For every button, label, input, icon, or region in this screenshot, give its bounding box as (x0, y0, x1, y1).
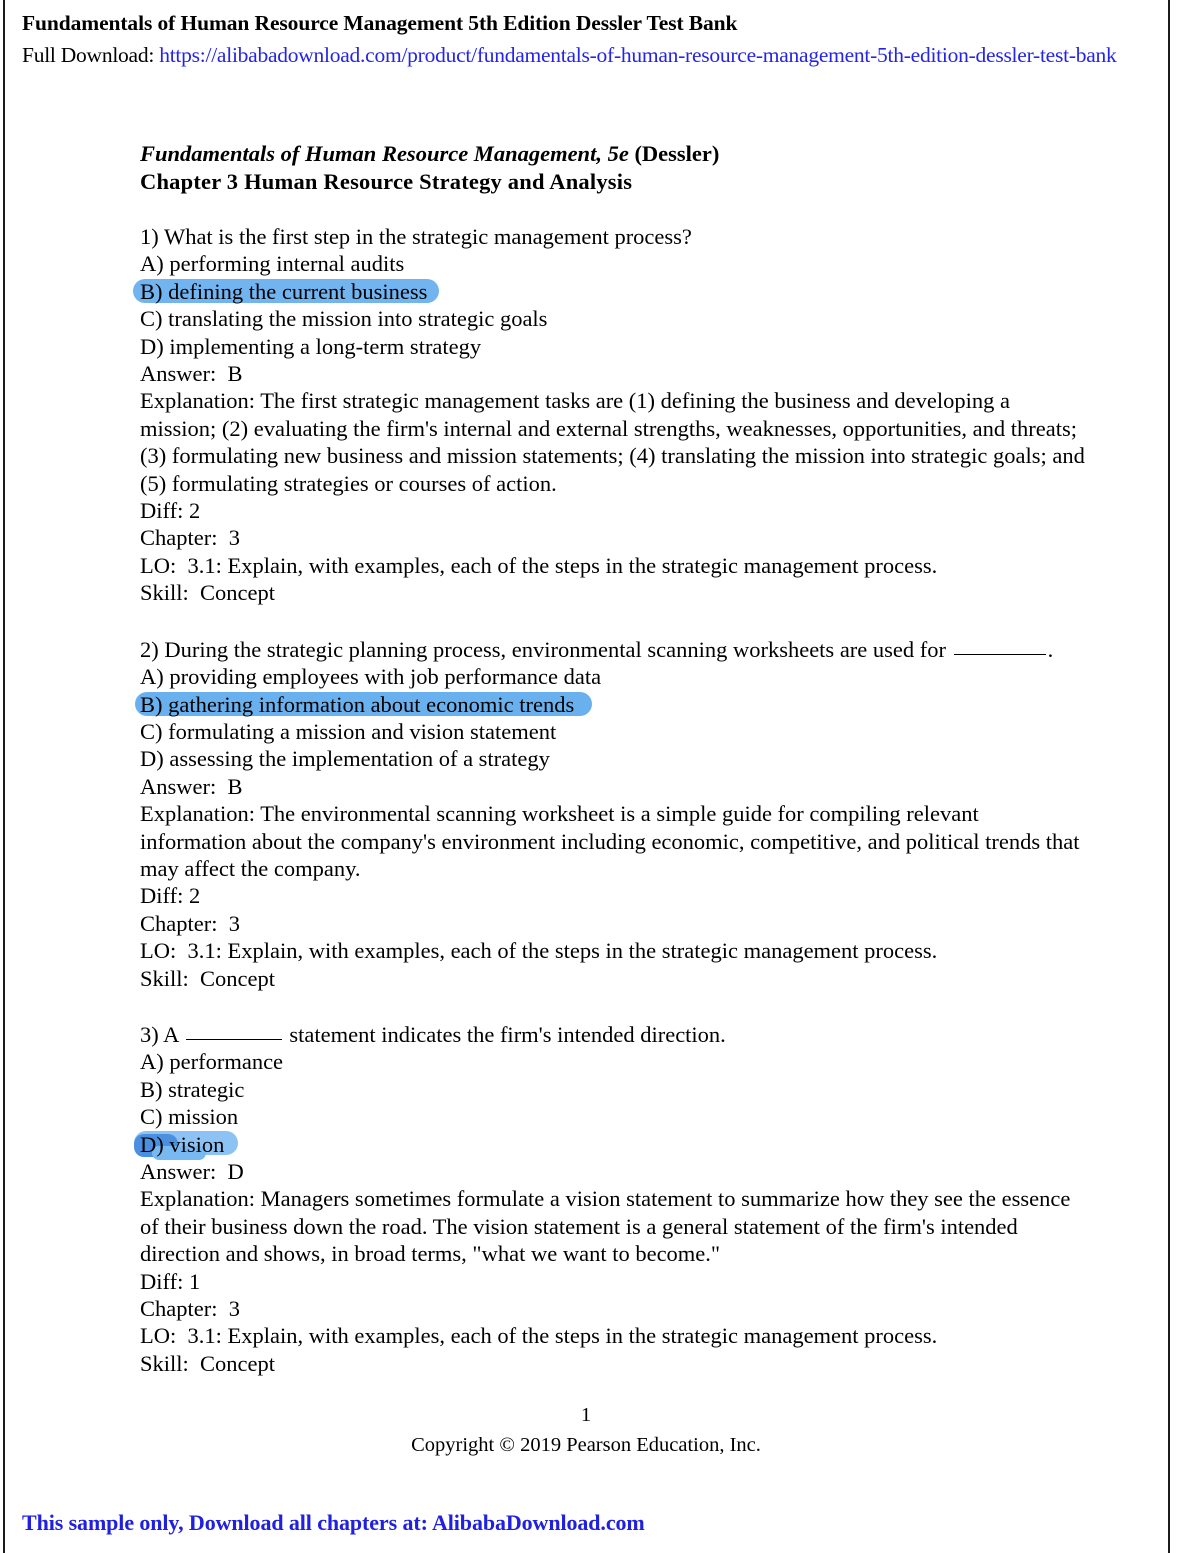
lo-line: LO: 3.1: Explain, with examples, each of… (140, 1323, 938, 1349)
option-a-label: A) providing employees with job performa… (140, 664, 602, 690)
explanation-text: Explanation: The first strategic managem… (140, 388, 1085, 496)
diff-line: Diff: 2 (140, 883, 201, 909)
option-b-label: B) gathering information about economic … (140, 691, 575, 717)
answer-line: Answer: B (140, 361, 243, 387)
option-a[interactable]: A) performance (140, 1048, 1085, 1075)
fill-in-blank (185, 1038, 282, 1040)
option-a-label: A) performance (140, 1049, 284, 1075)
book-title-italic: Fundamentals of Human Resource Managemen… (140, 141, 635, 166)
book-title: Fundamentals of Human Resource Managemen… (140, 140, 1085, 168)
question-stem-tail: . (1047, 636, 1054, 662)
option-d-label: D) vision (140, 1131, 225, 1157)
option-d[interactable]: D) implementing a long-term strategy (140, 333, 1085, 360)
option-b[interactable]: B) defining the current business (133, 278, 1085, 305)
option-b-label: B) strategic (140, 1076, 245, 1102)
book-title-author: (Dessler) (634, 141, 720, 166)
chapter-line: Chapter: 3 (140, 910, 240, 936)
highlight-option-b: B) gathering information about economic … (135, 691, 593, 718)
page-footer: 1 Copyright © 2019 Pearson Education, In… (0, 1400, 1172, 1460)
chapter-heading: Chapter 3 Human Resource Strategy and An… (140, 169, 633, 194)
skill-line: Skill: Concept (140, 965, 275, 991)
question-stem: 1) What is the first step in the strateg… (140, 224, 692, 249)
diff-line: Diff: 1 (140, 1268, 201, 1294)
fill-in-blank (953, 653, 1046, 655)
option-b-label: B) defining the current business (140, 278, 428, 304)
option-b[interactable]: B) strategic (140, 1076, 1085, 1103)
explanation-text: Explanation: The environmental scanning … (140, 801, 1080, 881)
chapter-line: Chapter: 3 (140, 1296, 240, 1322)
chapter-line: Chapter: 3 (140, 525, 240, 551)
question-block-2: 2) During the strategic planning process… (135, 636, 1085, 992)
banner-download-link[interactable]: https://alibabadownload.com/product/fund… (159, 43, 1117, 67)
question-stem: 3) A statement indicates the firm's inte… (140, 1021, 1085, 1048)
option-d[interactable]: D) vision (134, 1130, 1085, 1160)
skill-line: Skill: Concept (140, 580, 275, 606)
option-b[interactable]: B) gathering information about economic … (135, 691, 1085, 718)
question-stem-text: 2) During the strategic planning process… (140, 636, 947, 662)
highlight-option-b: B) defining the current business (133, 278, 440, 305)
question-block-1: 1) What is the first step in the strateg… (133, 223, 1085, 607)
option-c-label: C) formulating a mission and vision stat… (140, 718, 557, 744)
question-stem: 2) During the strategic planning process… (140, 636, 1085, 663)
answer-line: Answer: D (140, 1159, 244, 1184)
copyright-notice: Copyright © 2019 Pearson Education, Inc. (411, 1434, 761, 1456)
question-stem-text: 3) A (140, 1021, 184, 1047)
highlight-option-d: D) vision (134, 1130, 239, 1160)
banner-title: Fundamentals of Human Resource Managemen… (22, 11, 738, 35)
option-d-label: D) assessing the implementation of a str… (140, 746, 550, 772)
promo-footer-link[interactable]: This sample only, Download all chapters … (22, 1510, 645, 1536)
option-c[interactable]: C) mission (140, 1103, 1085, 1130)
banner-download-line: Full Download: https://alibabadownload.c… (22, 38, 1200, 72)
option-c[interactable]: C) translating the mission into strategi… (140, 305, 1085, 332)
option-c-label: C) mission (140, 1104, 239, 1130)
lo-line: LO: 3.1: Explain, with examples, each of… (140, 552, 938, 578)
option-d[interactable]: D) assessing the implementation of a str… (140, 745, 1085, 772)
right-margin-rule (1168, 0, 1170, 1553)
banner-download-label: Full Download: (22, 43, 160, 67)
skill-line: Skill: Concept (140, 1350, 275, 1376)
lo-line: LO: 3.1: Explain, with examples, each of… (140, 938, 938, 964)
download-banner: Fundamentals of Human Resource Managemen… (22, 8, 1200, 72)
option-d-label: D) implementing a long-term strategy (140, 333, 482, 359)
question-stem-tail: statement indicates the firm's intended … (283, 1021, 726, 1047)
option-a[interactable]: A) providing employees with job performa… (140, 663, 1085, 690)
page-number: 1 (580, 1404, 592, 1426)
option-a-label: A) performing internal audits (140, 251, 405, 277)
question-block-3: 3) A statement indicates the firm's inte… (134, 1021, 1085, 1377)
left-margin-rule (3, 0, 5, 1553)
diff-line: Diff: 2 (140, 498, 201, 524)
option-c[interactable]: C) formulating a mission and vision stat… (140, 718, 1085, 745)
option-c-label: C) translating the mission into strategi… (140, 306, 548, 332)
document-page: Fundamentals of Human Resource Managemen… (0, 0, 1200, 1553)
explanation-text: Explanation: Managers sometimes formulat… (140, 1186, 1071, 1267)
option-a[interactable]: A) performing internal audits (140, 250, 1085, 277)
document-body: Fundamentals of Human Resource Managemen… (133, 140, 1085, 1377)
answer-line: Answer: B (140, 773, 243, 799)
